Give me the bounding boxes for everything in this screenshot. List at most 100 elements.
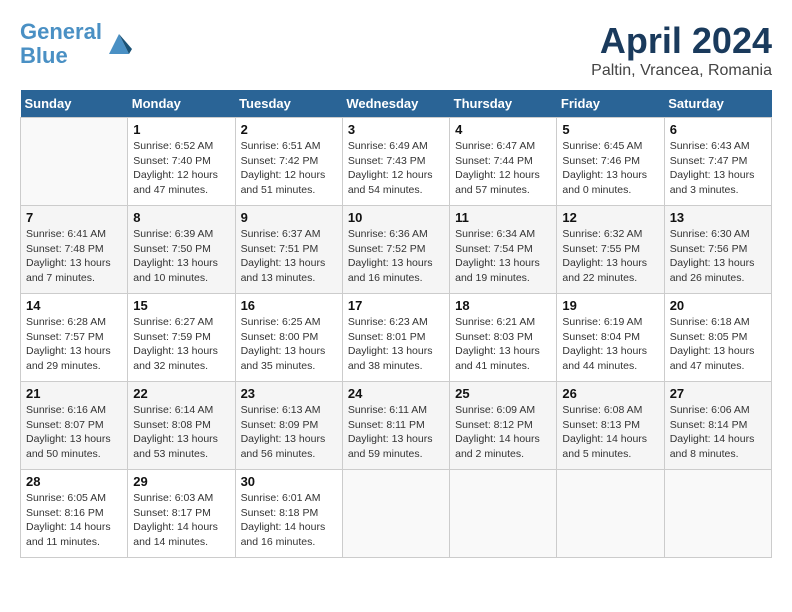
weekday-header-thursday: Thursday [450,90,557,118]
day-info: Sunrise: 6:34 AM Sunset: 7:54 PM Dayligh… [455,227,551,286]
day-info: Sunrise: 6:51 AM Sunset: 7:42 PM Dayligh… [241,139,337,198]
logo-text: General Blue [20,20,102,68]
day-info: Sunrise: 6:47 AM Sunset: 7:44 PM Dayligh… [455,139,551,198]
day-cell: 27 Sunrise: 6:06 AM Sunset: 8:14 PM Dayli… [664,382,771,470]
day-number: 6 [670,122,766,137]
day-number: 18 [455,298,551,313]
logo-general: General [20,19,102,44]
day-number: 9 [241,210,337,225]
day-cell: 7 Sunrise: 6:41 AM Sunset: 7:48 PM Daylig… [21,206,128,294]
day-cell: 29 Sunrise: 6:03 AM Sunset: 8:17 PM Dayli… [128,470,235,558]
day-cell: 16 Sunrise: 6:25 AM Sunset: 8:00 PM Dayli… [235,294,342,382]
weekday-header-saturday: Saturday [664,90,771,118]
logo: General Blue [20,20,134,68]
logo-blue: Blue [20,43,68,68]
day-number: 13 [670,210,766,225]
day-info: Sunrise: 6:09 AM Sunset: 8:12 PM Dayligh… [455,403,551,462]
week-row-4: 21 Sunrise: 6:16 AM Sunset: 8:07 PM Dayli… [21,382,772,470]
day-cell: 6 Sunrise: 6:43 AM Sunset: 7:47 PM Daylig… [664,118,771,206]
day-info: Sunrise: 6:43 AM Sunset: 7:47 PM Dayligh… [670,139,766,198]
day-info: Sunrise: 6:27 AM Sunset: 7:59 PM Dayligh… [133,315,229,374]
day-number: 28 [26,474,122,489]
day-cell [450,470,557,558]
day-cell [21,118,128,206]
day-cell: 24 Sunrise: 6:11 AM Sunset: 8:11 PM Dayli… [342,382,449,470]
day-cell: 18 Sunrise: 6:21 AM Sunset: 8:03 PM Dayli… [450,294,557,382]
day-info: Sunrise: 6:18 AM Sunset: 8:05 PM Dayligh… [670,315,766,374]
day-number: 17 [348,298,444,313]
week-row-1: 1Sunrise: 6:52 AM Sunset: 7:40 PM Daylig… [21,118,772,206]
day-cell [664,470,771,558]
day-cell [557,470,664,558]
day-number: 24 [348,386,444,401]
day-info: Sunrise: 6:08 AM Sunset: 8:13 PM Dayligh… [562,403,658,462]
day-cell [342,470,449,558]
day-info: Sunrise: 6:16 AM Sunset: 8:07 PM Dayligh… [26,403,122,462]
day-info: Sunrise: 6:21 AM Sunset: 8:03 PM Dayligh… [455,315,551,374]
day-info: Sunrise: 6:36 AM Sunset: 7:52 PM Dayligh… [348,227,444,286]
day-cell: 21 Sunrise: 6:16 AM Sunset: 8:07 PM Dayli… [21,382,128,470]
day-number: 29 [133,474,229,489]
day-number: 10 [348,210,444,225]
day-number: 14 [26,298,122,313]
location-subtitle: Paltin, Vrancea, Romania [591,62,772,80]
day-info: Sunrise: 6:03 AM Sunset: 8:17 PM Dayligh… [133,491,229,550]
day-number: 16 [241,298,337,313]
day-number: 27 [670,386,766,401]
day-number: 7 [26,210,122,225]
day-number: 2 [241,122,337,137]
day-cell: 22 Sunrise: 6:14 AM Sunset: 8:08 PM Dayli… [128,382,235,470]
weekday-header-friday: Friday [557,90,664,118]
day-number: 20 [670,298,766,313]
day-number: 23 [241,386,337,401]
day-info: Sunrise: 6:45 AM Sunset: 7:46 PM Dayligh… [562,139,658,198]
day-info: Sunrise: 6:37 AM Sunset: 7:51 PM Dayligh… [241,227,337,286]
day-cell: 30Sunrise: 6:01 AM Sunset: 8:18 PM Dayli… [235,470,342,558]
page-header: General Blue April 2024 Paltin, Vrancea,… [20,20,772,80]
day-number: 21 [26,386,122,401]
day-info: Sunrise: 6:49 AM Sunset: 7:43 PM Dayligh… [348,139,444,198]
day-info: Sunrise: 6:41 AM Sunset: 7:48 PM Dayligh… [26,227,122,286]
day-info: Sunrise: 6:14 AM Sunset: 8:08 PM Dayligh… [133,403,229,462]
day-number: 25 [455,386,551,401]
weekday-header-tuesday: Tuesday [235,90,342,118]
week-row-3: 14 Sunrise: 6:28 AM Sunset: 7:57 PM Dayli… [21,294,772,382]
day-info: Sunrise: 6:23 AM Sunset: 8:01 PM Dayligh… [348,315,444,374]
day-cell: 28Sunrise: 6:05 AM Sunset: 8:16 PM Dayli… [21,470,128,558]
day-cell: 19Sunrise: 6:19 AM Sunset: 8:04 PM Dayli… [557,294,664,382]
month-title: April 2024 [591,20,772,62]
day-cell: 1Sunrise: 6:52 AM Sunset: 7:40 PM Daylig… [128,118,235,206]
day-cell: 12 Sunrise: 6:32 AM Sunset: 7:55 PM Dayli… [557,206,664,294]
day-cell: 9 Sunrise: 6:37 AM Sunset: 7:51 PM Daylig… [235,206,342,294]
day-number: 12 [562,210,658,225]
day-info: Sunrise: 6:11 AM Sunset: 8:11 PM Dayligh… [348,403,444,462]
day-cell: 10 Sunrise: 6:36 AM Sunset: 7:52 PM Dayli… [342,206,449,294]
weekday-header-row: SundayMondayTuesdayWednesdayThursdayFrid… [21,90,772,118]
day-cell: 5Sunrise: 6:45 AM Sunset: 7:46 PM Daylig… [557,118,664,206]
day-cell: 2 Sunrise: 6:51 AM Sunset: 7:42 PM Daylig… [235,118,342,206]
day-number: 22 [133,386,229,401]
day-info: Sunrise: 6:25 AM Sunset: 8:00 PM Dayligh… [241,315,337,374]
day-cell: 4 Sunrise: 6:47 AM Sunset: 7:44 PM Daylig… [450,118,557,206]
weekday-header-sunday: Sunday [21,90,128,118]
day-number: 4 [455,122,551,137]
day-cell: 20 Sunrise: 6:18 AM Sunset: 8:05 PM Dayli… [664,294,771,382]
day-cell: 14 Sunrise: 6:28 AM Sunset: 7:57 PM Dayli… [21,294,128,382]
day-info: Sunrise: 6:52 AM Sunset: 7:40 PM Dayligh… [133,139,229,198]
day-info: Sunrise: 6:28 AM Sunset: 7:57 PM Dayligh… [26,315,122,374]
weekday-header-wednesday: Wednesday [342,90,449,118]
day-info: Sunrise: 6:06 AM Sunset: 8:14 PM Dayligh… [670,403,766,462]
day-number: 19 [562,298,658,313]
day-cell: 23Sunrise: 6:13 AM Sunset: 8:09 PM Dayli… [235,382,342,470]
day-number: 8 [133,210,229,225]
title-block: April 2024 Paltin, Vrancea, Romania [591,20,772,80]
day-cell: 26 Sunrise: 6:08 AM Sunset: 8:13 PM Dayli… [557,382,664,470]
day-cell: 11 Sunrise: 6:34 AM Sunset: 7:54 PM Dayli… [450,206,557,294]
week-row-5: 28Sunrise: 6:05 AM Sunset: 8:16 PM Dayli… [21,470,772,558]
day-number: 26 [562,386,658,401]
day-number: 15 [133,298,229,313]
day-info: Sunrise: 6:32 AM Sunset: 7:55 PM Dayligh… [562,227,658,286]
day-info: Sunrise: 6:01 AM Sunset: 8:18 PM Dayligh… [241,491,337,550]
day-info: Sunrise: 6:39 AM Sunset: 7:50 PM Dayligh… [133,227,229,286]
day-number: 11 [455,210,551,225]
